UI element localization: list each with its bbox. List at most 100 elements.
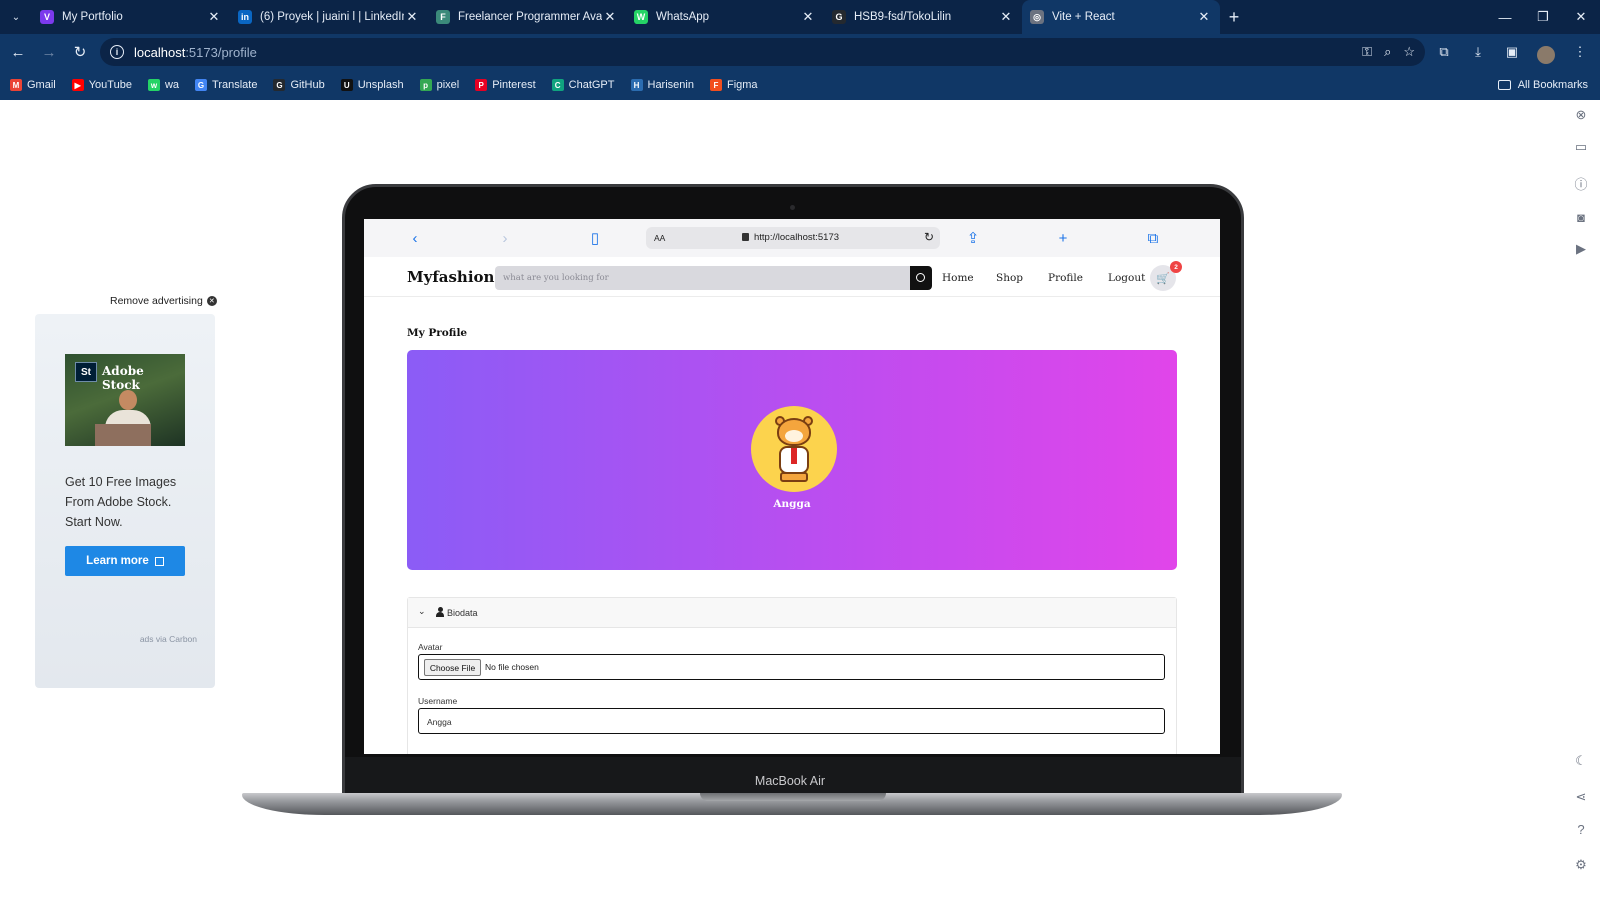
bookmark-item[interactable]: H Harisenin (630, 79, 694, 91)
password-key-icon[interactable]: ⚿ (1362, 44, 1372, 60)
bookmark-item[interactable]: G Translate (195, 79, 257, 91)
address-bar[interactable]: i localhost:5173/profile ⚿ ⌕ ☆ (100, 38, 1425, 66)
settings-icon[interactable]: ⚙ (1572, 856, 1590, 874)
text-size-button[interactable]: AA (654, 233, 665, 243)
site-info-icon[interactable]: i (110, 45, 124, 59)
bookmark-label: Translate (212, 79, 258, 91)
address-path: :5173/profile (185, 44, 257, 60)
device-layout-icon[interactable]: ▭ (1572, 138, 1590, 156)
tab-close-icon[interactable]: ✕ (602, 9, 618, 25)
biodata-accordion: ⌄ Biodata Avatar Choose File No file cho… (407, 597, 1177, 754)
file-status: No file chosen (485, 662, 539, 672)
bookmark-favicon-icon: U (340, 79, 353, 91)
browser-tab[interactable]: in (6) Proyek | juaini l | LinkedIn ✕ (230, 0, 428, 34)
back-icon[interactable]: ← (5, 39, 31, 65)
profile-avatar[interactable] (1532, 38, 1560, 66)
tab-search-icon[interactable]: ⌄ (0, 0, 32, 34)
bookmark-item[interactable]: F Figma (709, 79, 758, 91)
username-field[interactable]: Angga (418, 708, 1165, 734)
dark-mode-icon[interactable]: ☾ (1572, 752, 1590, 770)
menu-icon[interactable]: ⋮ (1566, 38, 1594, 66)
ad-image[interactable]: St Adobe Stock (65, 354, 185, 446)
share-icon[interactable]: ⋖ (1572, 788, 1590, 806)
profile-username: Angga (773, 498, 811, 510)
bookmark-item[interactable]: M Gmail (10, 79, 56, 91)
address-host: localhost (134, 44, 186, 60)
bookmark-item[interactable]: C ChatGPT (551, 79, 615, 91)
search-icon[interactable] (910, 266, 932, 290)
download-icon[interactable]: ⤓ (1464, 38, 1492, 66)
safari-back-icon[interactable]: ‹ (406, 229, 424, 247)
close-window-icon[interactable]: ✕ (1562, 0, 1600, 34)
browser-tab[interactable]: W WhatsApp ✕ (626, 0, 824, 34)
page-title: My Profile (407, 327, 468, 339)
tab-close-icon[interactable]: ✕ (998, 9, 1014, 25)
site-logo[interactable]: Myfashion (407, 268, 494, 286)
tabs-overview-icon[interactable]: ⧉ (1144, 229, 1162, 247)
bookmark-item[interactable]: U Unsplash (340, 79, 404, 91)
bookmark-favicon-icon: M (10, 79, 22, 91)
share-icon[interactable]: ⇪ (964, 229, 982, 247)
bookmark-favicon-icon: C (551, 79, 564, 91)
bookmark-label: Pinterest (492, 79, 536, 91)
info-icon[interactable]: ⓘ (1572, 174, 1590, 192)
bookmark-favicon-icon: w (147, 79, 160, 91)
minimize-icon[interactable]: — (1486, 0, 1524, 34)
new-tab-button[interactable]: + (1220, 0, 1248, 34)
camera-icon[interactable]: ◙ (1572, 208, 1590, 226)
bookmark-item[interactable]: ▶ YouTube (71, 79, 132, 91)
ad-via-link[interactable]: ads via Carbon (140, 634, 197, 644)
bookmark-label: Harisenin (647, 79, 694, 91)
tab-close-icon[interactable]: ✕ (800, 9, 816, 25)
browser-tab[interactable]: V My Portfolio ✕ (32, 0, 230, 34)
tab-title: HSB9-fsd/TokoLilin (854, 11, 952, 23)
side-panel-icon[interactable]: ▣ (1498, 38, 1526, 66)
bookmark-item[interactable]: P Pinterest (475, 79, 536, 91)
all-bookmarks-button[interactable]: All Bookmarks (1497, 70, 1588, 100)
tab-favicon-icon: V (40, 10, 54, 24)
site-search-input[interactable]: what are you looking for (495, 266, 910, 290)
tab-title: My Portfolio (62, 11, 123, 23)
remove-advertising-link[interactable]: Remove advertising ✕ (110, 295, 217, 307)
bookmark-label: GitHub (290, 79, 325, 91)
help-icon[interactable]: ? (1572, 820, 1590, 838)
safari-reload-icon[interactable]: ↻ (924, 230, 934, 244)
learn-more-label: Learn more (86, 555, 149, 567)
avatar-file-input[interactable]: Choose File No file chosen (418, 654, 1165, 680)
zoom-icon[interactable]: ⌕ (1384, 44, 1391, 60)
bookmark-item[interactable]: G GitHub (273, 79, 325, 91)
safari-url-bar[interactable]: AA http://localhost:5173 ↻ (646, 227, 940, 249)
site-navbar: Myfashion what are you looking for Home … (364, 257, 1220, 297)
reader-book-icon[interactable]: ▯ (586, 229, 604, 247)
nav-home[interactable]: Home (942, 272, 974, 284)
adobe-stock-logo: St (75, 362, 97, 382)
new-tab-plus-icon[interactable]: + (1054, 229, 1072, 247)
avatar-label: Avatar (418, 642, 443, 652)
video-icon[interactable]: ▶ (1572, 240, 1590, 258)
tab-close-icon[interactable]: ✕ (206, 9, 222, 25)
tab-close-icon[interactable]: ✕ (404, 9, 420, 25)
browser-tab[interactable]: F Freelancer Programmer Availab✕ (428, 0, 626, 34)
safari-forward-icon[interactable]: › (496, 229, 514, 247)
advertisement[interactable]: St Adobe Stock Get 10 Free Images From A… (35, 314, 215, 688)
tab-favicon-icon: G (832, 10, 846, 24)
bookmark-item[interactable]: p pixel (419, 79, 459, 91)
nav-logout[interactable]: Logout (1108, 272, 1145, 284)
extensions-icon[interactable]: ⧉ (1430, 38, 1458, 66)
forward-icon[interactable]: → (36, 39, 62, 65)
reload-icon[interactable]: ↻ (67, 39, 93, 65)
choose-file-button[interactable]: Choose File (424, 659, 481, 676)
biodata-header[interactable]: ⌄ Biodata (408, 598, 1176, 628)
browser-tab[interactable]: G HSB9-fsd/TokoLilin ✕ (824, 0, 1022, 34)
nav-profile[interactable]: Profile (1048, 272, 1083, 284)
tab-favicon-icon: ◎ (1030, 10, 1044, 24)
restore-icon[interactable]: ❐ (1524, 0, 1562, 34)
bookmark-star-icon[interactable]: ☆ (1403, 44, 1415, 60)
device-screen: ‹ › ▯ AA http://localhost:5173 ↻ ⇪ + ⧉ M… (364, 219, 1220, 754)
close-circle-icon[interactable]: ⊗ (1572, 106, 1590, 124)
browser-tab[interactable]: ◎ Vite + React ✕ (1022, 0, 1220, 34)
learn-more-button[interactable]: Learn more (65, 546, 185, 576)
bookmark-item[interactable]: w wa (147, 79, 179, 91)
tab-close-icon[interactable]: ✕ (1196, 9, 1212, 25)
nav-shop[interactable]: Shop (996, 272, 1023, 284)
